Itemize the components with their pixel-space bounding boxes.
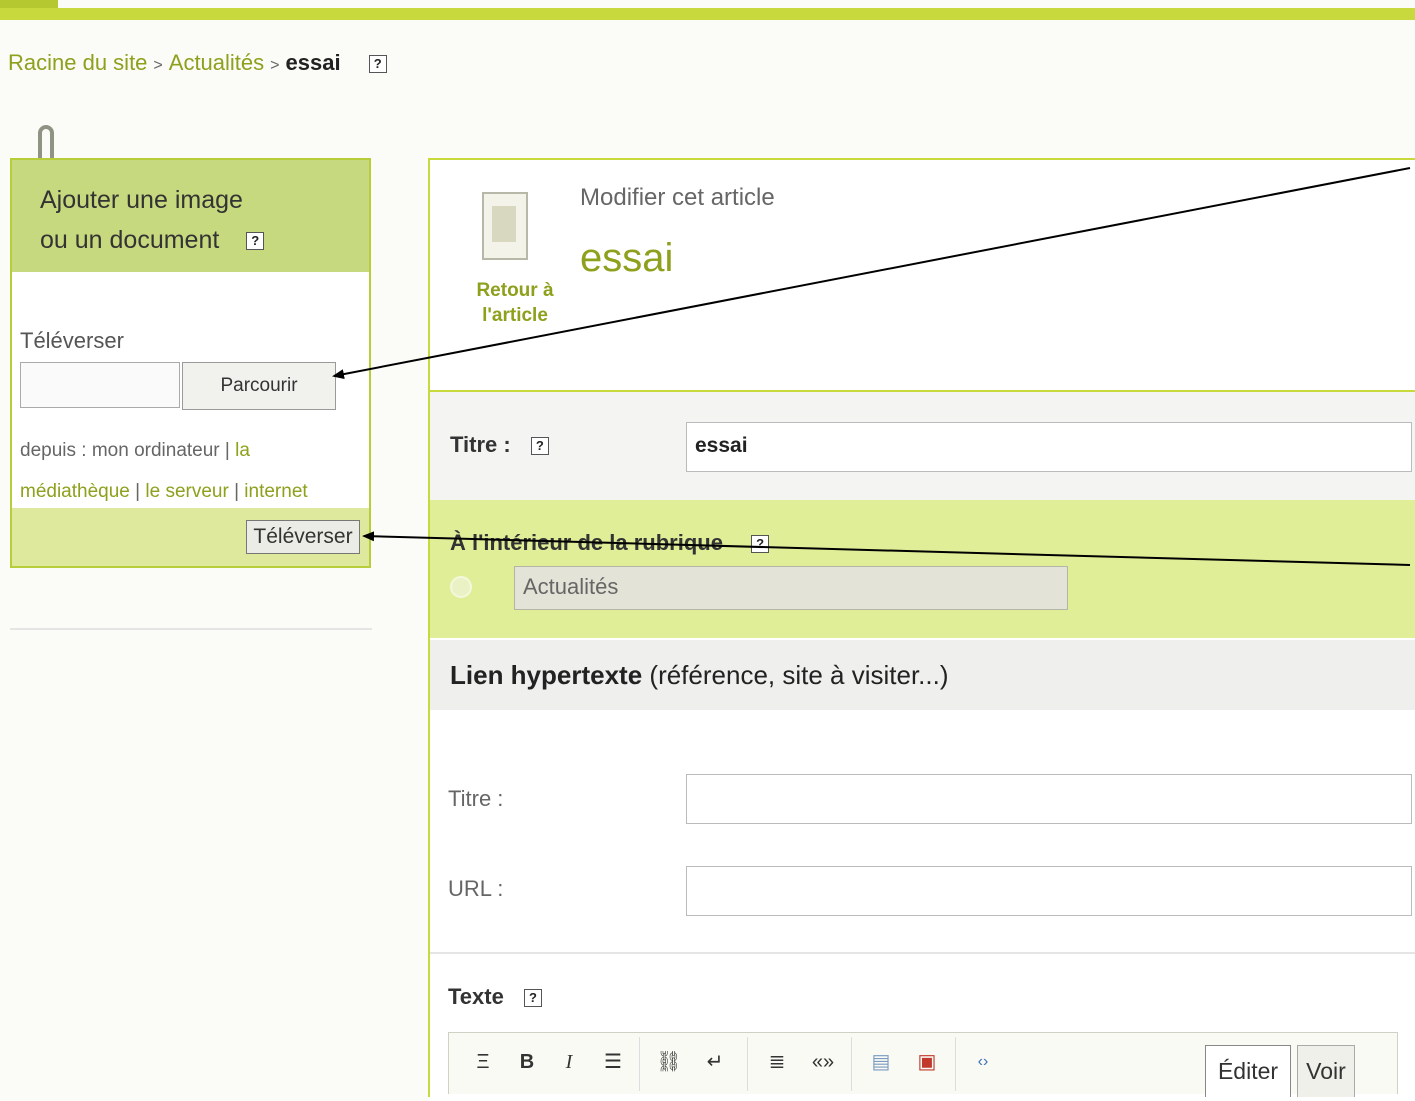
file-path-input[interactable] bbox=[20, 362, 180, 408]
text-label: Texte ? bbox=[448, 984, 542, 1010]
document-icon[interactable] bbox=[482, 192, 528, 260]
document-icon[interactable]: ▣ bbox=[913, 1047, 941, 1077]
title-input[interactable]: essai bbox=[686, 422, 1412, 472]
text-section: Texte ? Ξ B I ☰ ⛓ ↵ ≣ «» ▤ ▣ ‹› Éditer V… bbox=[430, 952, 1415, 1101]
article-header: Retour à l'article Modifier cet article … bbox=[430, 160, 1415, 392]
code-icon[interactable]: ‹› bbox=[969, 1047, 997, 1077]
link-url-label: URL : bbox=[448, 876, 504, 901]
toolbar-separator bbox=[639, 1037, 640, 1091]
text-label-text: Texte bbox=[448, 984, 504, 1009]
rubric-label-text: À l'intérieur de la rubrique bbox=[450, 530, 723, 555]
toolbar-separator bbox=[747, 1037, 748, 1091]
heading-icon[interactable]: Ξ bbox=[469, 1047, 497, 1077]
link-title-label: Titre : bbox=[448, 786, 504, 811]
source-server-link[interactable]: le serveur bbox=[145, 481, 228, 502]
modify-article-label: Modifier cet article bbox=[580, 184, 775, 211]
article-title: essai bbox=[580, 236, 674, 280]
upload-title: Ajouter une image ou un document ? bbox=[40, 180, 265, 260]
top-bar-stripe bbox=[0, 8, 1415, 20]
source-internet-link[interactable]: internet bbox=[244, 481, 307, 502]
upload-panel: Ajouter une image ou un document ? Télév… bbox=[10, 158, 371, 568]
article-edit-panel: Retour à l'article Modifier cet article … bbox=[428, 158, 1415, 1101]
pipe-separator: | bbox=[224, 440, 230, 461]
help-icon[interactable]: ? bbox=[530, 437, 549, 456]
help-icon[interactable]: ? bbox=[246, 232, 265, 251]
breadcrumb-separator: > bbox=[270, 57, 280, 74]
top-bar bbox=[0, 0, 1415, 22]
toolbar-separator bbox=[851, 1037, 852, 1091]
help-icon[interactable]: ? bbox=[368, 55, 387, 74]
quote-icon[interactable]: «» bbox=[809, 1047, 837, 1077]
hyperlink-heading: Lien hypertexte (référence, site à visit… bbox=[450, 660, 949, 691]
help-icon[interactable]: ? bbox=[523, 989, 542, 1008]
bold-icon[interactable]: B bbox=[513, 1047, 541, 1077]
pipe-separator: | bbox=[135, 481, 141, 502]
toolbar-separator bbox=[955, 1037, 956, 1091]
upload-title-line2: ou un document bbox=[40, 226, 220, 254]
divider bbox=[10, 628, 372, 630]
media-icon[interactable]: ▤ bbox=[867, 1047, 895, 1077]
breadcrumb-section[interactable]: Actualités bbox=[169, 50, 264, 75]
sources-prefix: depuis : bbox=[20, 440, 92, 461]
footnote-icon[interactable]: ↵ bbox=[701, 1047, 729, 1077]
tab-edit[interactable]: Éditer bbox=[1205, 1045, 1291, 1097]
upload-panel-footer: Téléverser bbox=[12, 508, 369, 566]
breadcrumb: Racine du site > Actualités > essai ? bbox=[8, 50, 387, 76]
upload-label: Téléverser bbox=[20, 328, 124, 353]
breadcrumb-current: essai bbox=[285, 50, 341, 75]
upload-panel-header: Ajouter une image ou un document ? bbox=[12, 160, 369, 272]
breadcrumb-root[interactable]: Racine du site bbox=[8, 50, 147, 75]
help-icon[interactable]: ? bbox=[751, 535, 770, 554]
upload-sources: depuis : mon ordinateur | la médiathèque… bbox=[20, 430, 360, 512]
back-to-article-link[interactable]: Retour à l'article bbox=[470, 278, 560, 328]
upload-title-line1: Ajouter une image bbox=[40, 186, 243, 214]
rubric-select[interactable]: Actualités bbox=[514, 566, 1068, 610]
title-label: Titre : ? bbox=[450, 432, 549, 458]
rubric-label: À l'intérieur de la rubrique ? bbox=[450, 530, 770, 556]
link-title-input[interactable] bbox=[686, 774, 1412, 824]
italic-icon[interactable]: I bbox=[555, 1047, 583, 1077]
source-computer: mon ordinateur bbox=[91, 440, 220, 461]
hyperlink-heading-bold: Lien hypertexte bbox=[450, 660, 643, 690]
list-icon[interactable]: ☰ bbox=[599, 1047, 627, 1077]
align-icon[interactable]: ≣ bbox=[763, 1047, 791, 1077]
link-icon[interactable]: ⛓ bbox=[655, 1047, 683, 1077]
upload-submit-button[interactable]: Téléverser bbox=[246, 520, 360, 554]
browse-button[interactable]: Parcourir bbox=[182, 362, 336, 410]
search-icon[interactable] bbox=[450, 576, 472, 598]
pipe-separator: | bbox=[234, 481, 240, 502]
title-row: Titre : ? essai bbox=[430, 392, 1415, 500]
rubric-row: À l'intérieur de la rubrique ? Actualité… bbox=[430, 500, 1415, 638]
title-label-text: Titre : bbox=[450, 432, 511, 457]
editor-toolbar: Ξ B I ☰ ⛓ ↵ ≣ «» ▤ ▣ ‹› Éditer Voir bbox=[448, 1032, 1398, 1097]
link-url-input[interactable] bbox=[686, 866, 1412, 916]
hyperlink-heading-rest: (référence, site à visiter...) bbox=[649, 660, 949, 690]
breadcrumb-separator: > bbox=[153, 57, 163, 74]
hyperlink-section-header: Lien hypertexte (référence, site à visit… bbox=[430, 640, 1415, 710]
tab-view[interactable]: Voir bbox=[1297, 1045, 1355, 1097]
